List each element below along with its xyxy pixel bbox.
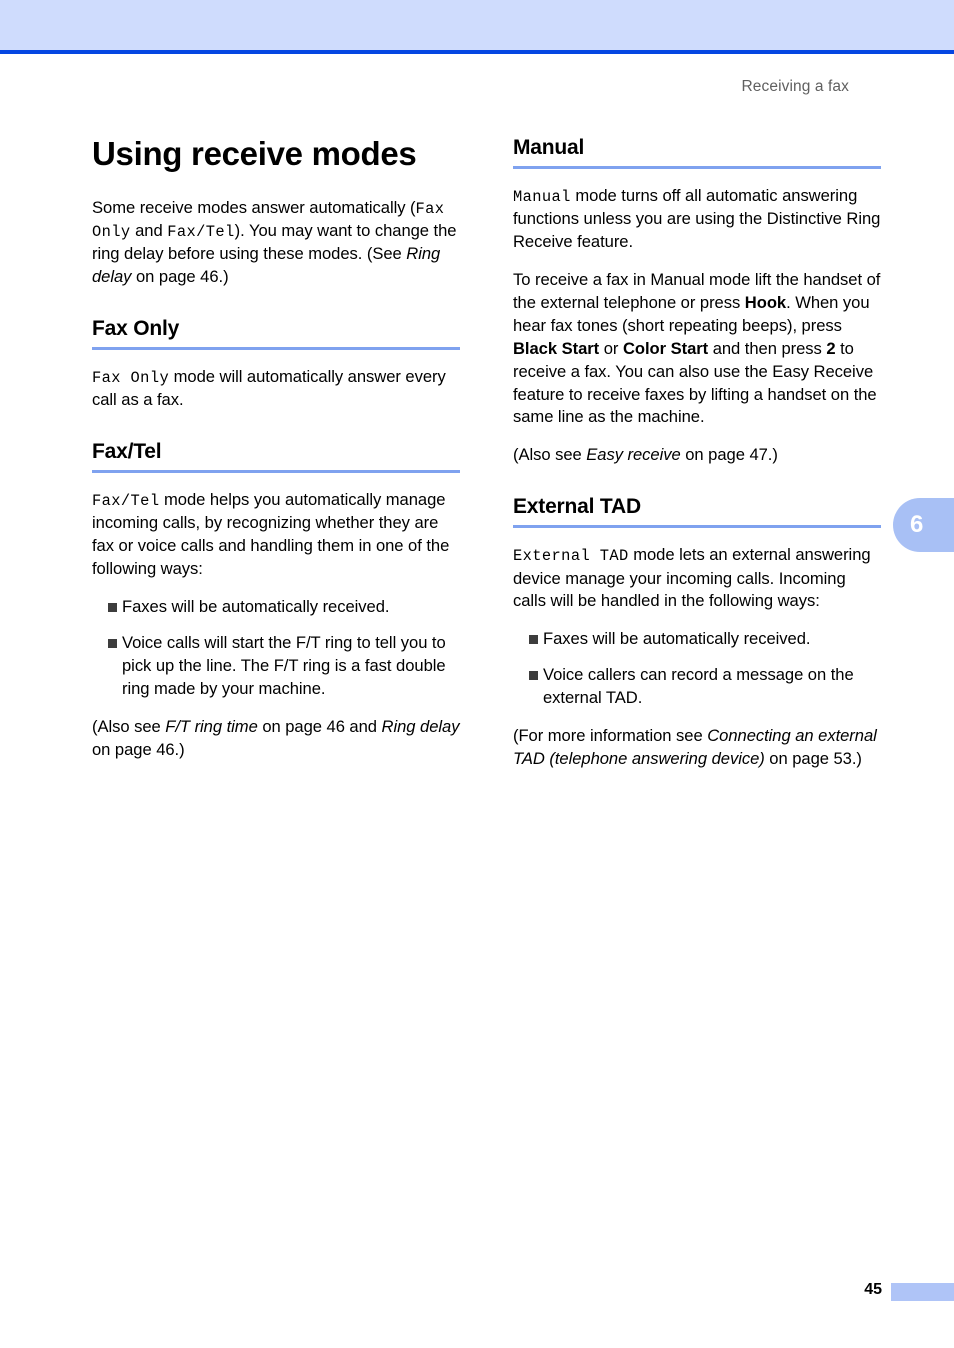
bullet-square-icon [529,671,538,681]
section-heading-external-tad: External TAD [513,495,641,519]
list-item: Voice calls will start the F/T ring to t… [92,632,460,701]
key-two: 2 [826,338,836,358]
section-heading-fax-tel: Fax/Tel [92,440,162,464]
section-external-tad: External TAD External TAD mode lets an e… [513,495,881,771]
key-color-start: Color Start [622,338,709,358]
external-tad-note: (For more information see Connecting an … [513,725,881,771]
right-column: Manual Manual mode turns off all automat… [513,136,881,771]
manual-paragraph-1: Manual mode turns off all automatic answ… [513,185,881,254]
list-item-label: Voice callers can record a message on th… [543,665,854,708]
note-text-2: on page 47.) [680,445,778,465]
section-heading-manual: Manual [513,136,585,159]
fax-tel-note: (Also see F/T ring time on page 46 and R… [92,716,460,762]
section-manual: Manual Manual mode turns off all automat… [513,136,881,467]
note-text-2: on page 46 and [257,716,382,736]
section-fax-tel: Fax/Tel Fax/Tel mode helps you automatic… [92,440,460,761]
intro-text-2: and [130,220,168,240]
list-item-label: Voice calls will start the F/T ring to t… [122,633,446,698]
key-black-start: Black Start [513,338,600,358]
footer-decorative-block [891,1283,954,1301]
xref-easy-receive: Easy receive [586,445,681,465]
manual-text-d: and then press [708,338,827,358]
external-tad-paragraph: External TAD mode lets an external answe… [513,544,881,613]
xref-ring-delay: Ring delay [381,716,460,736]
code-fax-tel: Fax/Tel [92,492,160,511]
chapter-number-tab: 6 [893,498,954,552]
section-rule [513,525,881,529]
list-item-label: Faxes will be automatically received. [543,629,811,649]
list-item: Faxes will be automatically received. [92,596,460,619]
section-fax-only: Fax Only Fax Only mode will automaticall… [92,317,460,412]
bullet-square-icon [108,603,117,613]
note-text-1: (Also see [513,445,587,465]
list-item: Voice callers can record a message on th… [513,664,881,710]
code-external-tad: External TAD [513,547,629,566]
section-rule [513,166,881,170]
intro-code-fax-tel: Fax/Tel [167,222,235,241]
fax-tel-paragraph: Fax/Tel mode helps you automatically man… [92,489,460,581]
manual-note: (Also see Easy receive on page 47.) [513,444,881,467]
section-heading-fax-only: Fax Only [92,316,180,340]
bullet-square-icon [108,639,117,649]
list-item-label: Faxes will be automatically received. [122,597,390,617]
code-manual: Manual [513,188,571,207]
key-hook: Hook [744,293,787,313]
note-text-1: (Also see [92,716,166,736]
page-number: 45 [864,1281,882,1298]
intro-text-1: Some receive modes answer automatically … [92,197,416,217]
external-tad-bullet-list: Faxes will be automatically received. Vo… [513,628,881,710]
note-text-3: on page 46.) [92,739,185,759]
manual-text-c: or [599,338,623,358]
chapter-number: 6 [910,511,924,538]
note-text-2: on page 53.) [764,748,862,768]
note-text-1: (For more information see [513,726,708,746]
intro-paragraph: Some receive modes answer automatically … [92,197,460,289]
page-body: Using receive modes Some receive modes a… [0,0,954,1348]
fax-tel-bullet-list: Faxes will be automatically received. Vo… [92,596,460,701]
page-title: Using receive modes [92,135,417,172]
bullet-square-icon [529,635,538,645]
code-fax-only: Fax Only [92,369,170,387]
list-item: Faxes will be automatically received. [513,628,881,651]
section-rule [92,347,460,350]
intro-text-4: on page 46.) [131,267,229,287]
fax-only-paragraph: Fax Only mode will automatically answer … [92,366,460,412]
section-rule [92,470,460,474]
left-column: Using receive modes Some receive modes a… [92,136,460,762]
manual-paragraph-2: To receive a fax in Manual mode lift the… [513,269,881,429]
xref-ft-ring-time: F/T ring time [165,716,258,736]
